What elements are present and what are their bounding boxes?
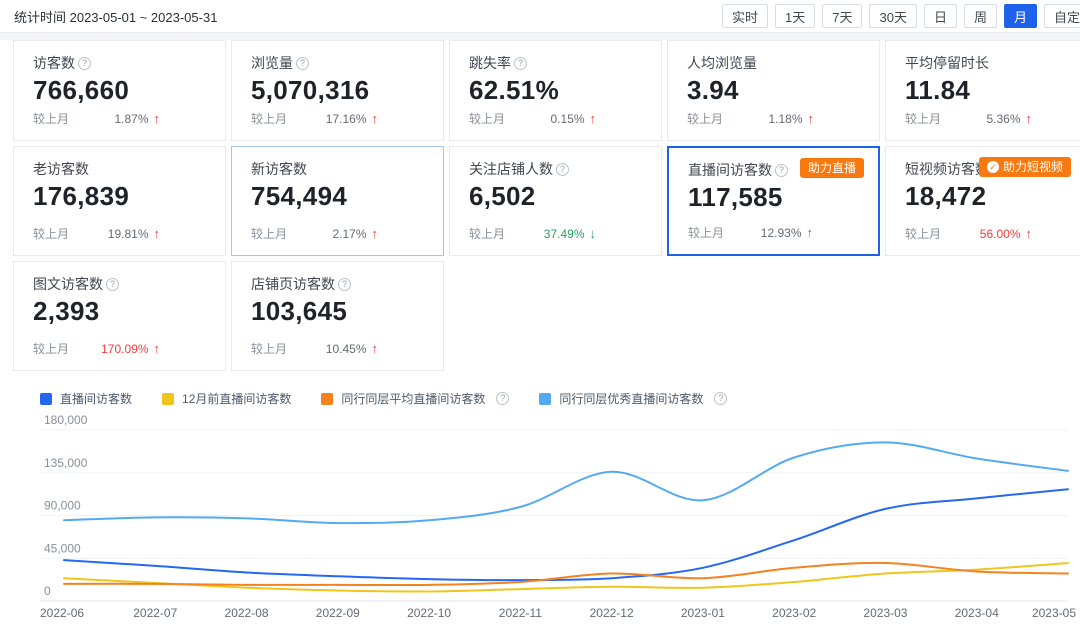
svg-text:2022-07: 2022-07 <box>133 606 177 620</box>
svg-text:2022-12: 2022-12 <box>590 606 634 620</box>
svg-text:2022-11: 2022-11 <box>499 606 542 620</box>
svg-text:0: 0 <box>44 584 51 598</box>
svg-text:2023-04: 2023-04 <box>955 606 999 620</box>
svg-text:2023-01: 2023-01 <box>681 606 725 620</box>
svg-text:90,000: 90,000 <box>44 499 81 513</box>
svg-text:2023-05: 2023-05 <box>1032 606 1076 620</box>
svg-text:2022-10: 2022-10 <box>407 606 451 620</box>
svg-text:2023-03: 2023-03 <box>863 606 907 620</box>
svg-text:180,000: 180,000 <box>44 413 88 427</box>
svg-text:2022-06: 2022-06 <box>40 606 84 620</box>
trend-line-chart[interactable]: 0 45,000 90,000 135,000 180,000 2022-06 2022-0… <box>0 0 1080 632</box>
svg-text:135,000: 135,000 <box>44 456 88 470</box>
svg-text:2022-08: 2022-08 <box>225 606 269 620</box>
svg-text:45,000: 45,000 <box>44 541 81 555</box>
svg-text:2022-09: 2022-09 <box>316 606 360 620</box>
svg-text:2023-02: 2023-02 <box>772 606 816 620</box>
